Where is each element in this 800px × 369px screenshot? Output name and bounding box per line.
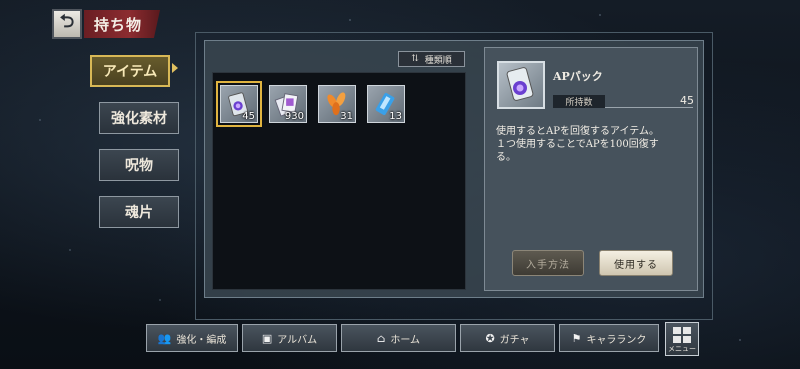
item-count: 13 [389,111,402,122]
ap-pack-icon [506,67,534,101]
description-line: １つ使用することでAPを100回復す [496,139,659,150]
sidebar-item-cursed-objects[interactable]: 呪物 [99,149,179,181]
owned-divider [605,107,693,108]
acquire-method-button[interactable]: 入手方法 [512,250,584,276]
owned-label: 所持数 [553,95,605,108]
item-description: 使用するとAPを回復するアイテム。 １つ使用することでAPを100回復す る。 [496,125,688,164]
item-slot-cards[interactable]: 930 [269,85,307,123]
nav-character-rank[interactable]: ⚑ キャラランク [559,324,659,352]
nav-label: ホーム [390,334,421,346]
menu-label: メニュー [668,345,696,353]
item-slot-crystal[interactable]: 13 [367,85,405,123]
nav-label: 強化・編成 [176,334,227,346]
team-icon: 👥 [157,331,172,345]
active-indicator-icon [172,63,178,73]
detail-item-icon [497,61,545,109]
sort-button[interactable]: ⇅ 種類順 [398,51,465,67]
nav-gacha[interactable]: ✪ ガチャ [460,324,555,352]
sidebar-item-materials[interactable]: 強化素材 [99,102,179,134]
album-icon: ▣ [261,331,273,345]
description-line: る。 [496,152,516,163]
sidebar-item-soul-fragments[interactable]: 魂片 [99,196,179,228]
gacha-icon: ✪ [485,331,495,345]
item-count: 45 [242,111,255,122]
description-line: 使用するとAPを回復するアイテム。 [496,126,659,137]
item-slot-ap-pack[interactable]: 45 [216,81,262,127]
nav-enhance-team[interactable]: 👥 強化・編成 [146,324,238,352]
item-slot-leaves[interactable]: 31 [318,85,356,123]
nav-home[interactable]: ⌂ ホーム [341,324,456,352]
sidebar-item-items[interactable]: アイテム [90,55,170,87]
menu-grid-icon [673,327,691,343]
nav-label: キャラランク [586,334,647,346]
use-button[interactable]: 使用する [599,250,673,276]
sort-icon: ⇅ [411,54,419,64]
nav-label: ガチャ [499,334,530,346]
home-icon: ⌂ [376,331,386,345]
sort-label: 種類順 [424,55,452,66]
item-count: 31 [340,111,353,122]
nav-label: アルバム [277,334,318,346]
item-count: 930 [284,111,304,122]
detail-item-name: APパック [553,70,603,83]
menu-button[interactable]: メニュー [665,322,699,356]
rank-icon: ⚑ [571,331,582,345]
back-button[interactable]: ⮌ [52,9,82,39]
nav-album[interactable]: ▣ アルバム [242,324,337,352]
back-arrow-icon: ⮌ [59,11,75,32]
owned-value: 45 [680,94,694,107]
page-title: 持ち物 [84,10,160,38]
